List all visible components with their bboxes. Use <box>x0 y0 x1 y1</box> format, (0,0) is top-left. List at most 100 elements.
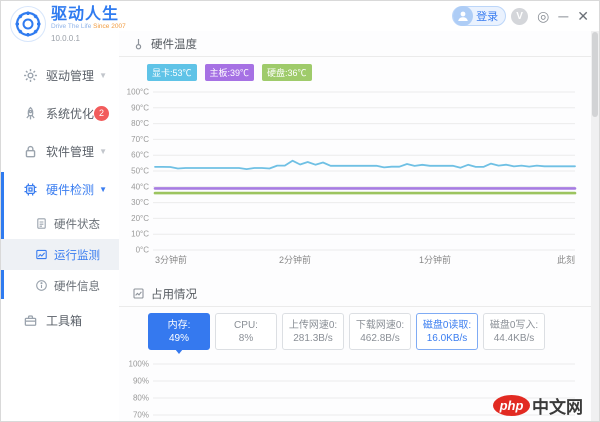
usage-card-memory[interactable]: 内存: 49% <box>148 313 210 354</box>
chip-icon <box>24 183 37 195</box>
legend-chip-gpu[interactable]: 显卡:53℃ <box>147 64 197 81</box>
usage-card-label: 磁盘0写入: <box>489 319 539 331</box>
usage-card-value: 8% <box>238 332 254 344</box>
svg-text:20°C: 20°C <box>131 214 149 223</box>
svg-text:90%: 90% <box>133 377 149 386</box>
rocket-icon <box>26 106 35 119</box>
svg-text:90°C: 90°C <box>131 103 149 112</box>
app-logo-gear-icon <box>10 6 46 42</box>
sidebar-subitem-label: 运行监测 <box>54 249 100 262</box>
login-button[interactable]: 登录 <box>452 6 507 26</box>
close-button[interactable]: ✕ <box>577 8 589 25</box>
toolbox-icon <box>24 314 37 326</box>
temperature-chart: 100°C 90°C 80°C 70°C 60°C 50°C 40°C 30°C 20°C 10°… <box>119 86 591 273</box>
lock-icon <box>25 145 36 157</box>
usage-card-upload[interactable]: 上传网速0: 281.3B/s <box>282 313 344 350</box>
svg-text:80%: 80% <box>133 394 149 403</box>
gear-icon <box>24 68 37 82</box>
brand-name: 驱动人生 <box>51 6 120 23</box>
usage-card-disk-write[interactable]: 磁盘0写入: 44.4KB/s <box>483 313 545 350</box>
usage-card-label: 下载网速0: <box>355 319 405 331</box>
usage-card-value: 49% <box>168 332 189 344</box>
sidebar-item-label: 软件管理 <box>46 144 95 159</box>
svg-text:3分钟前: 3分钟前 <box>155 254 187 265</box>
svg-text:70°C: 70°C <box>131 135 149 144</box>
chevron-down-icon: ▼ <box>99 70 107 80</box>
thermometer-icon <box>135 39 142 50</box>
chevron-down-icon: ▼ <box>99 184 107 194</box>
avatar-icon <box>453 6 474 26</box>
brand-since: Since 2007 <box>93 23 126 30</box>
usage-card-cpu[interactable]: CPU: 8% <box>215 313 277 350</box>
sidebar-item-driver-management[interactable]: 驱动管理 ▼ <box>1 56 119 94</box>
usage-card-value: 16.0KB/s <box>426 332 468 344</box>
sidebar-subitem-hardware-status[interactable]: 硬件状态 <box>1 208 119 239</box>
usage-section-title: 占用情况 <box>151 288 197 301</box>
watermark-text: 中文网 <box>532 398 583 417</box>
sidebar-item-label: 工具箱 <box>46 313 83 328</box>
info-icon <box>36 280 47 291</box>
svg-text:此刻: 此刻 <box>557 254 575 265</box>
vip-badge-icon[interactable]: V <box>511 7 529 25</box>
temperature-legend: 显卡:53℃ 主板:39℃ 硬盘:36℃ <box>147 64 591 81</box>
sidebar-item-software-management[interactable]: 软件管理 ▼ <box>1 132 119 170</box>
login-label: 登录 <box>476 11 499 23</box>
sidebar-subitem-label: 硬件信息 <box>54 280 100 293</box>
usage-section-header: 占用情况 <box>119 281 591 307</box>
php-watermark: php 中文网 <box>493 393 583 418</box>
sidebar-item-label: 硬件检测 <box>46 182 95 197</box>
usage-card-disk-read[interactable]: 磁盘0读取: 16.0KB/s <box>416 313 478 350</box>
usage-card-label: CPU: <box>234 319 258 331</box>
svg-text:0°C: 0°C <box>136 246 150 255</box>
brand-text: 驱动人生 Drive The Life Since 2007 10.0.0.1 <box>51 6 126 43</box>
sidebar-item-system-optimization[interactable]: 系统优化 2 <box>1 94 119 132</box>
document-chart-icon <box>37 218 46 229</box>
titlebar: 驱动人生 Drive The Life Since 2007 10.0.0.1 … <box>1 1 599 43</box>
sidebar-item-label: 系统优化 <box>46 106 95 121</box>
svg-text:10°C: 10°C <box>131 230 149 239</box>
sidebar-item-hardware-detection[interactable]: 硬件检测 ▼ <box>1 170 119 208</box>
line-chart-icon <box>36 249 47 260</box>
titlebar-controls: 登录 V ◎ ─ ✕ <box>452 6 589 26</box>
settings-icon[interactable]: ◎ <box>537 6 549 26</box>
usage-card-download[interactable]: 下载网速0: 462.8B/s <box>349 313 411 350</box>
usage-chart-icon <box>133 288 144 299</box>
svg-text:100%: 100% <box>129 360 149 369</box>
sidebar-group-hardware-detection: 硬件检测 ▼ 硬件状态 运行监测 硬件信息 <box>1 170 119 301</box>
legend-chip-disk[interactable]: 硬盘:36℃ <box>262 64 312 81</box>
usage-card-label: 磁盘0读取: <box>422 319 472 331</box>
svg-text:60°C: 60°C <box>131 151 149 160</box>
sidebar-subitem-running-monitor[interactable]: 运行监测 <box>1 239 119 270</box>
sidebar: 驱动管理 ▼ 系统优化 2 软件管理 ▼ 硬件检测 ▼ 硬件状态 运行监测 硬件… <box>1 56 119 421</box>
notification-badge: 2 <box>94 105 109 121</box>
svg-text:50°C: 50°C <box>131 167 149 176</box>
usage-card-value: 44.4KB/s <box>493 332 535 344</box>
temperature-section-header: 硬件温度 <box>119 31 591 57</box>
main-content: 硬件温度 显卡:53℃ 主板:39℃ 硬盘:36℃ 100°C 90°C 80°C 7… <box>119 31 591 421</box>
svg-text:2分钟前: 2分钟前 <box>279 254 311 265</box>
svg-text:70%: 70% <box>133 411 149 420</box>
svg-text:1分钟前: 1分钟前 <box>419 254 451 265</box>
svg-text:80°C: 80°C <box>131 119 149 128</box>
scrollbar[interactable] <box>591 31 599 421</box>
minimize-button[interactable]: ─ <box>558 6 568 26</box>
php-logo-icon: php <box>493 395 530 416</box>
usage-card-label: 内存: <box>167 319 191 331</box>
sidebar-subitem-hardware-info[interactable]: 硬件信息 <box>1 270 119 301</box>
legend-chip-motherboard[interactable]: 主板:39℃ <box>204 64 255 81</box>
usage-card-value: 462.8B/s <box>360 332 400 344</box>
sidebar-item-toolbox[interactable]: 工具箱 <box>1 301 119 339</box>
app-logo: 驱动人生 Drive The Life Since 2007 10.0.0.1 <box>10 6 126 43</box>
sidebar-subitem-label: 硬件状态 <box>54 218 100 231</box>
temperature-section-title: 硬件温度 <box>151 38 197 51</box>
chevron-down-icon: ▼ <box>99 146 107 156</box>
svg-text:100°C: 100°C <box>127 88 150 97</box>
svg-text:40°C: 40°C <box>131 182 149 191</box>
sidebar-item-label: 驱动管理 <box>46 68 95 83</box>
usage-card-value: 281.3B/s <box>293 332 333 344</box>
app-version: 10.0.0.1 <box>51 34 80 43</box>
usage-card-label: 上传网速0: <box>288 319 338 331</box>
brand-tagline: Drive The Life Since 2007 <box>51 23 126 30</box>
svg-text:30°C: 30°C <box>131 198 149 207</box>
scrollbar-thumb[interactable] <box>592 32 598 117</box>
